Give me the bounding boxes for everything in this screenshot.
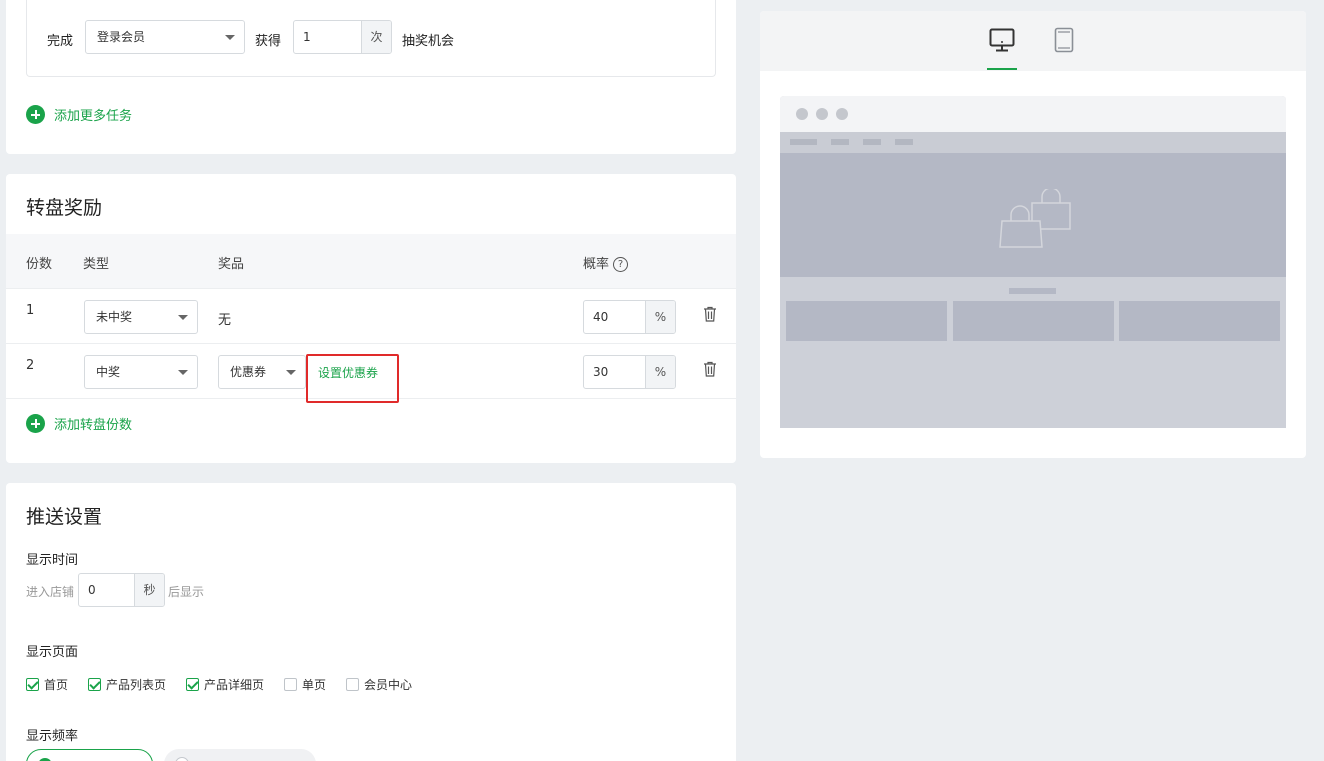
page-preview xyxy=(780,96,1286,428)
checkbox[interactable] xyxy=(346,678,359,691)
push-settings-card: 推送设置 显示时间 进入店铺 0 秒 后显示 显示页面 首页 产品列表页 产品详… xyxy=(6,483,736,761)
row-index: 2 xyxy=(26,358,35,373)
task-row-box: 完成 登录会员 获得 1 次 抽奖机会 xyxy=(26,0,716,77)
nav-placeholder xyxy=(831,139,849,145)
type-select[interactable]: 中奖 xyxy=(84,355,198,389)
add-portion-button[interactable]: 添加转盘份数 xyxy=(26,414,132,433)
table-row: 1 未中奖 无 40 % xyxy=(6,289,736,344)
preview-tile xyxy=(1119,301,1280,341)
after-show-label: 后显示 xyxy=(168,585,205,599)
page-checkbox-home[interactable]: 首页 xyxy=(26,676,68,693)
checkbox[interactable] xyxy=(284,678,297,691)
times-unit: 次 xyxy=(361,21,391,53)
checkbox-label: 产品详细页 xyxy=(204,678,265,692)
preview-hero xyxy=(780,153,1286,277)
preview-heading-bar xyxy=(1009,288,1056,294)
frequency-option-2[interactable] xyxy=(164,749,316,761)
prize-text: 无 xyxy=(218,313,232,328)
window-dot xyxy=(816,108,828,120)
enter-store-label: 进入店铺 xyxy=(26,585,75,599)
wheel-rewards-card: 转盘奖励 份数 类型 奖品 概率? 1 未中奖 无 40 % 2 中奖 优惠券 xyxy=(6,174,736,463)
chevron-down-icon xyxy=(286,370,296,375)
chevron-down-icon xyxy=(178,315,188,320)
prob-unit: % xyxy=(645,301,675,333)
header-count: 份数 xyxy=(26,257,53,272)
nav-placeholder xyxy=(895,139,913,145)
task-select[interactable]: 登录会员 xyxy=(85,20,245,54)
preview-tile xyxy=(953,301,1114,341)
times-input[interactable]: 1 次 xyxy=(293,20,392,54)
checkbox-label: 首页 xyxy=(44,678,69,692)
header-prob: 概率? xyxy=(583,253,629,272)
push-title: 推送设置 xyxy=(26,506,103,528)
prob-input[interactable]: 40 % xyxy=(583,300,676,334)
complete-label: 完成 xyxy=(47,34,74,49)
preview-card xyxy=(760,11,1306,458)
seconds-input[interactable]: 0 秒 xyxy=(78,573,165,607)
checkbox[interactable] xyxy=(26,678,39,691)
row-index: 1 xyxy=(26,303,35,318)
checkbox[interactable] xyxy=(88,678,101,691)
preview-tile xyxy=(786,301,947,341)
chevron-down-icon xyxy=(225,35,235,40)
prob-value[interactable]: 30 xyxy=(584,356,645,388)
task-select-value: 登录会员 xyxy=(97,30,146,44)
prob-unit: % xyxy=(645,356,675,388)
help-icon[interactable]: ? xyxy=(613,257,629,272)
active-tab-indicator xyxy=(987,68,1017,70)
wheel-title: 转盘奖励 xyxy=(26,197,103,219)
type-select[interactable]: 未中奖 xyxy=(84,300,198,334)
radio-unselected xyxy=(175,757,189,761)
times-value[interactable]: 1 xyxy=(294,21,361,53)
chances-label: 抽奖机会 xyxy=(402,34,455,49)
type-select-value: 未中奖 xyxy=(96,310,133,324)
checkbox-label: 单页 xyxy=(302,678,327,692)
chevron-down-icon xyxy=(178,370,188,375)
seconds-value[interactable]: 0 xyxy=(79,574,134,606)
device-tabs xyxy=(760,11,1306,71)
desktop-icon[interactable] xyxy=(989,28,1015,52)
add-task-button[interactable]: 添加更多任务 xyxy=(26,105,132,124)
shopping-bag-icon xyxy=(999,189,1071,248)
page-checkbox-single[interactable]: 单页 xyxy=(284,676,326,693)
plus-circle-icon xyxy=(26,105,45,124)
display-page-label: 显示页面 xyxy=(26,645,79,660)
trash-icon[interactable] xyxy=(703,306,717,322)
tablet-icon[interactable] xyxy=(1054,27,1074,53)
page-checkbox-member-center[interactable]: 会员中心 xyxy=(346,676,412,693)
window-dot xyxy=(836,108,848,120)
add-portion-label: 添加转盘份数 xyxy=(54,418,133,433)
prize-select[interactable]: 优惠券 xyxy=(218,355,306,389)
browser-bar xyxy=(780,96,1286,132)
prob-input[interactable]: 30 % xyxy=(583,355,676,389)
header-type: 类型 xyxy=(83,257,110,272)
nav-placeholder xyxy=(790,139,817,145)
prob-value[interactable]: 40 xyxy=(584,301,645,333)
add-task-label: 添加更多任务 xyxy=(54,109,133,124)
checkbox-label: 会员中心 xyxy=(364,678,413,692)
plus-circle-icon xyxy=(26,414,45,433)
checkbox[interactable] xyxy=(186,678,199,691)
header-prize: 奖品 xyxy=(218,257,245,272)
table-header: 份数 类型 奖品 概率? xyxy=(6,234,736,289)
highlight-annotation xyxy=(306,354,399,403)
frequency-option-1[interactable] xyxy=(26,749,153,761)
task-card: 完成 登录会员 获得 1 次 抽奖机会 添加更多任务 xyxy=(6,0,736,154)
checkbox-label: 产品列表页 xyxy=(106,678,167,692)
obtain-label: 获得 xyxy=(255,34,282,49)
frequency-label: 显示频率 xyxy=(26,729,79,744)
display-time-label: 显示时间 xyxy=(26,553,79,568)
window-dot xyxy=(796,108,808,120)
preview-nav xyxy=(780,132,1286,153)
prize-select-value: 优惠券 xyxy=(230,365,267,379)
page-checkbox-product-list[interactable]: 产品列表页 xyxy=(88,676,166,693)
seconds-unit: 秒 xyxy=(134,574,164,606)
nav-placeholder xyxy=(863,139,881,145)
header-prob-label: 概率 xyxy=(583,257,610,272)
trash-icon[interactable] xyxy=(703,361,717,377)
page-checkbox-product-detail[interactable]: 产品详细页 xyxy=(186,676,264,693)
type-select-value: 中奖 xyxy=(96,365,121,379)
